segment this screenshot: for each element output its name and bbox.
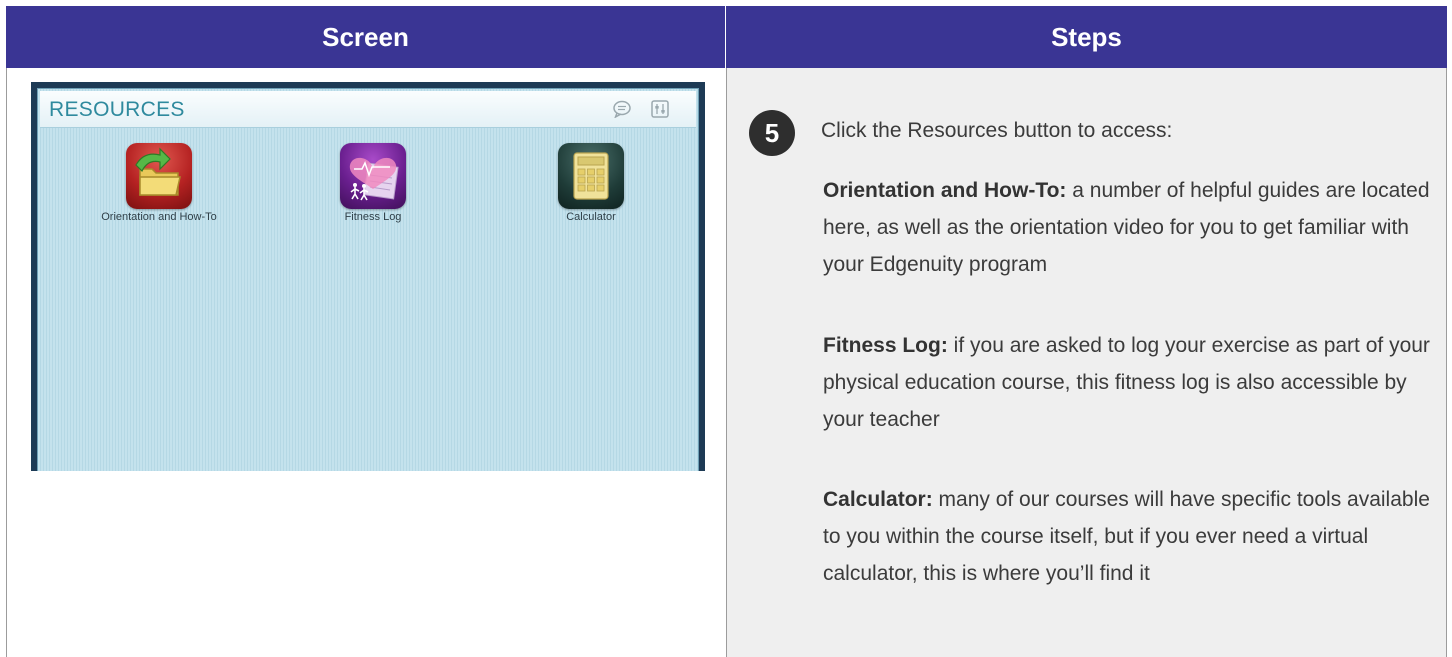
- app-label: Orientation and How-To: [101, 211, 217, 223]
- term-calculator: Calculator:: [823, 488, 933, 511]
- screen-column-header: Screen: [6, 6, 725, 68]
- resources-screenshot: RESOURCES Orientation and How-To Fitness…: [31, 82, 705, 471]
- resources-panel: RESOURCES Orientation and How-To Fitness…: [37, 88, 699, 471]
- orientation-description: Orientation and How-To: a number of help…: [823, 172, 1433, 283]
- fitness-log-icon: [340, 143, 406, 209]
- step-number-badge: 5: [749, 110, 795, 156]
- folder-arrow-icon: [126, 143, 192, 209]
- instruction-table: Screen Steps RESOURCES Orientation and H…: [6, 6, 1447, 657]
- term-orientation: Orientation and How-To:: [823, 179, 1067, 202]
- fitness-log-app[interactable]: Fitness Log: [298, 143, 448, 223]
- orientation-app[interactable]: Orientation and How-To: [84, 143, 234, 223]
- calculator-description: Calculator: many of our courses will hav…: [823, 481, 1433, 592]
- app-label: Calculator: [566, 211, 616, 223]
- step-intro-text: Click the Resources button to access:: [821, 119, 1173, 142]
- calculator-icon: [558, 143, 624, 209]
- calculator-app[interactable]: Calculator: [516, 143, 666, 223]
- app-label: Fitness Log: [344, 211, 402, 223]
- fitness-log-description: Fitness Log: if you are asked to log you…: [823, 327, 1433, 438]
- resources-title-bar: RESOURCES: [40, 91, 696, 128]
- steps-column-header: Steps: [726, 6, 1447, 68]
- term-fitness-log: Fitness Log:: [823, 334, 948, 357]
- screen-column: RESOURCES Orientation and How-To Fitness…: [6, 68, 725, 657]
- steps-column: 5 Click the Resources button to access: …: [726, 68, 1447, 657]
- tools-icon[interactable]: [650, 100, 670, 118]
- resources-title: RESOURCES: [49, 98, 185, 121]
- chat-icon[interactable]: [612, 100, 632, 118]
